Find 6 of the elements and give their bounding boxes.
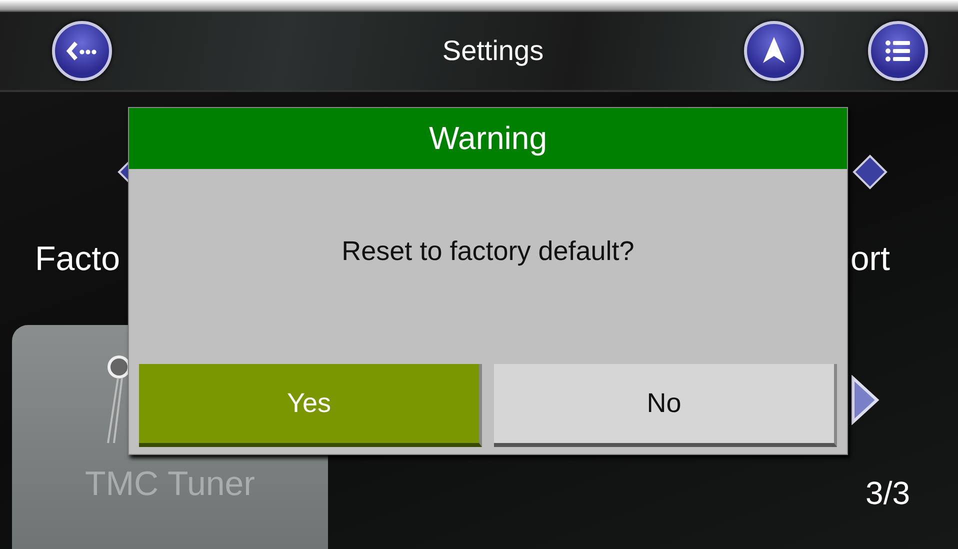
tile-label: Facto: [35, 240, 120, 279]
screen-title: Settings: [441, 35, 545, 67]
dialog-title: Warning: [129, 108, 847, 169]
page-indicator: 3/3: [866, 475, 910, 512]
tile-label: ort: [850, 240, 890, 279]
dialog-message: Reset to factory default?: [342, 236, 634, 267]
